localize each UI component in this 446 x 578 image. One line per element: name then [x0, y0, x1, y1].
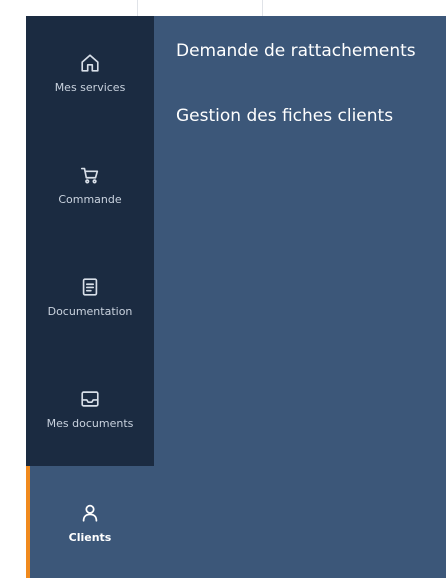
sidebar-item-label: Mes services — [54, 80, 126, 94]
sidebar-item-documentation[interactable]: Documentation — [26, 240, 154, 352]
top-bar — [0, 0, 446, 17]
sidebar-item-clients[interactable]: Clients — [26, 466, 154, 578]
user-icon — [78, 501, 102, 525]
submenu-panel: Demande de rattachements Gestion des fic… — [154, 16, 446, 578]
sidebar-item-commande[interactable]: Commande — [26, 128, 154, 240]
sidebar-item-label: Documentation — [47, 304, 133, 318]
app-window: Demande de rattachements Gestion des fic… — [0, 0, 446, 578]
top-bar-divider — [262, 0, 263, 16]
left-gutter — [0, 16, 26, 578]
inbox-icon — [78, 387, 102, 411]
home-icon — [78, 51, 102, 75]
cart-icon — [78, 163, 102, 187]
sidebar-item-label: Commande — [58, 192, 122, 206]
sidebar-item-label: Clients — [68, 530, 112, 544]
sidebar-item-mes-documents[interactable]: Mes documents — [26, 352, 154, 464]
sidebar-item-label: Mes documents — [46, 416, 134, 430]
submenu-item-gestion-fiches-clients[interactable]: Gestion des fiches clients — [176, 106, 393, 126]
document-icon — [78, 275, 102, 299]
submenu-item-demande-rattachements[interactable]: Demande de rattachements — [176, 41, 416, 61]
top-bar-divider — [137, 0, 138, 16]
sidebar-item-mes-services[interactable]: Mes services — [26, 16, 154, 128]
